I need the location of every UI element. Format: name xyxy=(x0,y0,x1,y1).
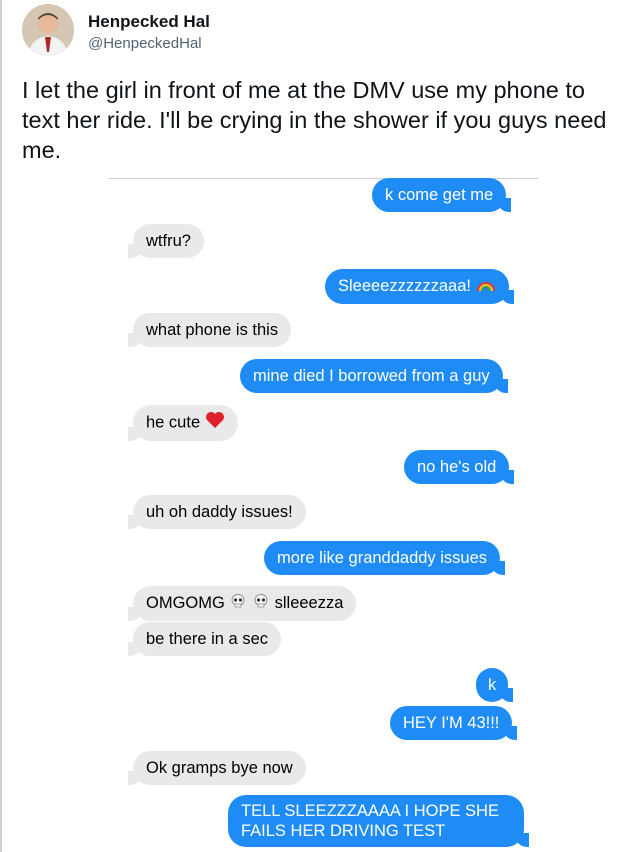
left-border xyxy=(0,0,2,852)
message-bubble-outgoing: Sleeeezzzzzzaaa! xyxy=(325,269,514,304)
message-bubble-outgoing: mine died I borrowed from a guy xyxy=(240,359,508,393)
message-bubble-incoming: what phone is this xyxy=(127,313,292,347)
message-bubble-outgoing: k come get me xyxy=(372,178,512,212)
message-text: he cute xyxy=(146,413,201,432)
message-text: wtfru? xyxy=(146,232,191,250)
message-text: OMGOMG xyxy=(146,594,225,612)
message-text: uh oh daddy issues! xyxy=(146,503,293,521)
avatar-image xyxy=(22,4,74,56)
message-text: mine died I borrowed from a guy xyxy=(253,367,490,385)
message-text: Ok gramps bye now xyxy=(146,759,293,777)
message-bubble-outgoing: no he's old xyxy=(404,450,515,484)
message-text: no he's old xyxy=(417,458,497,476)
message-bubble-outgoing: more like granddaddy issues xyxy=(264,541,506,575)
rainbow-icon xyxy=(476,276,496,298)
avatar[interactable] xyxy=(22,4,74,56)
skull-icon xyxy=(229,593,247,615)
message-bubble-outgoing: k xyxy=(476,668,514,702)
message-bubble-incoming: he cute xyxy=(128,405,238,441)
display-name[interactable]: Henpecked Hal xyxy=(88,12,210,32)
message-text: HEY I'M 43!!! xyxy=(403,714,500,732)
message-bubble-incoming: Ok gramps bye now xyxy=(128,751,306,785)
message-bubble-incoming: be there in a sec xyxy=(128,622,281,656)
message-text: what phone is this xyxy=(146,321,279,339)
tweet-header: Henpecked Hal @HenpeckedHal xyxy=(22,4,622,60)
skull-icon xyxy=(252,593,270,615)
message-bubble-incoming: OMGOMG slleeezza xyxy=(127,586,357,621)
message-text: TELL SLEEZZZAAAA I HOPE SHE FAILS HER DR… xyxy=(241,802,499,840)
message-text: more like granddaddy issues xyxy=(277,549,488,567)
red-heart-icon xyxy=(205,411,225,435)
message-bubble-incoming: wtfru? xyxy=(128,224,204,258)
user-handle[interactable]: @HenpeckedHal xyxy=(88,35,202,52)
message-text: k come get me xyxy=(385,186,494,204)
message-bubble-outgoing: HEY I'M 43!!! xyxy=(390,706,518,740)
message-text: Sleeeezzzzzzaaa! xyxy=(338,277,471,295)
message-text: be there in a sec xyxy=(146,630,268,648)
message-bubble-incoming: uh oh daddy issues! xyxy=(128,495,306,529)
message-text: slleeezza xyxy=(274,594,344,612)
message-bubble-outgoing: TELL SLEEZZZAAAA I HOPE SHE FAILS HER DR… xyxy=(228,795,529,847)
message-text: k xyxy=(488,676,497,694)
tweet-text: I let the girl in front of me at the DMV… xyxy=(22,77,607,163)
